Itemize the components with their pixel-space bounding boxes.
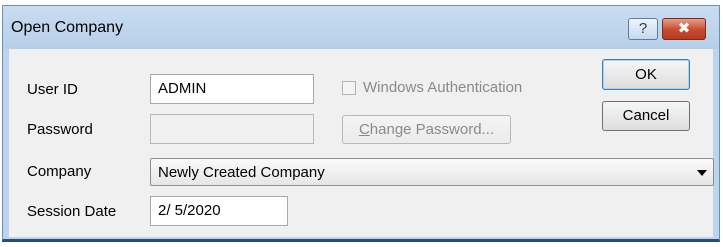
- password-field[interactable]: [150, 114, 314, 144]
- window-title: Open Company: [11, 19, 124, 36]
- user-id-field[interactable]: ADMIN: [150, 74, 314, 104]
- change-password-mnemonic: C: [358, 121, 370, 138]
- session-date-label: Session Date: [27, 203, 117, 220]
- cancel-button[interactable]: Cancel: [602, 101, 690, 131]
- chevron-down-icon[interactable]: [697, 170, 707, 176]
- company-value: Newly Created Company: [158, 164, 325, 181]
- user-id-label: User ID: [27, 81, 78, 98]
- close-icon: ✖: [677, 20, 691, 37]
- password-label: Password: [27, 121, 93, 138]
- open-company-dialog: Open Company ? ✖ User ID ADMIN Windows A…: [2, 5, 720, 242]
- dialog-body: User ID ADMIN Windows Authentication Pas…: [9, 49, 714, 237]
- close-button[interactable]: ✖: [662, 18, 706, 40]
- company-label: Company: [27, 163, 92, 180]
- change-password-label: hange Password...: [369, 121, 495, 138]
- title-bar[interactable]: Open Company ? ✖: [3, 6, 719, 49]
- help-icon: ?: [638, 20, 648, 37]
- company-dropdown[interactable]: Newly Created Company: [150, 158, 714, 186]
- change-password-button[interactable]: Change Password...: [342, 115, 511, 144]
- windows-authentication-label: Windows Authentication: [363, 79, 523, 96]
- session-date-field[interactable]: 2/ 5/2020: [150, 196, 288, 226]
- ok-button[interactable]: OK: [602, 59, 690, 90]
- checkbox-box[interactable]: [342, 81, 356, 95]
- help-button[interactable]: ?: [628, 18, 658, 40]
